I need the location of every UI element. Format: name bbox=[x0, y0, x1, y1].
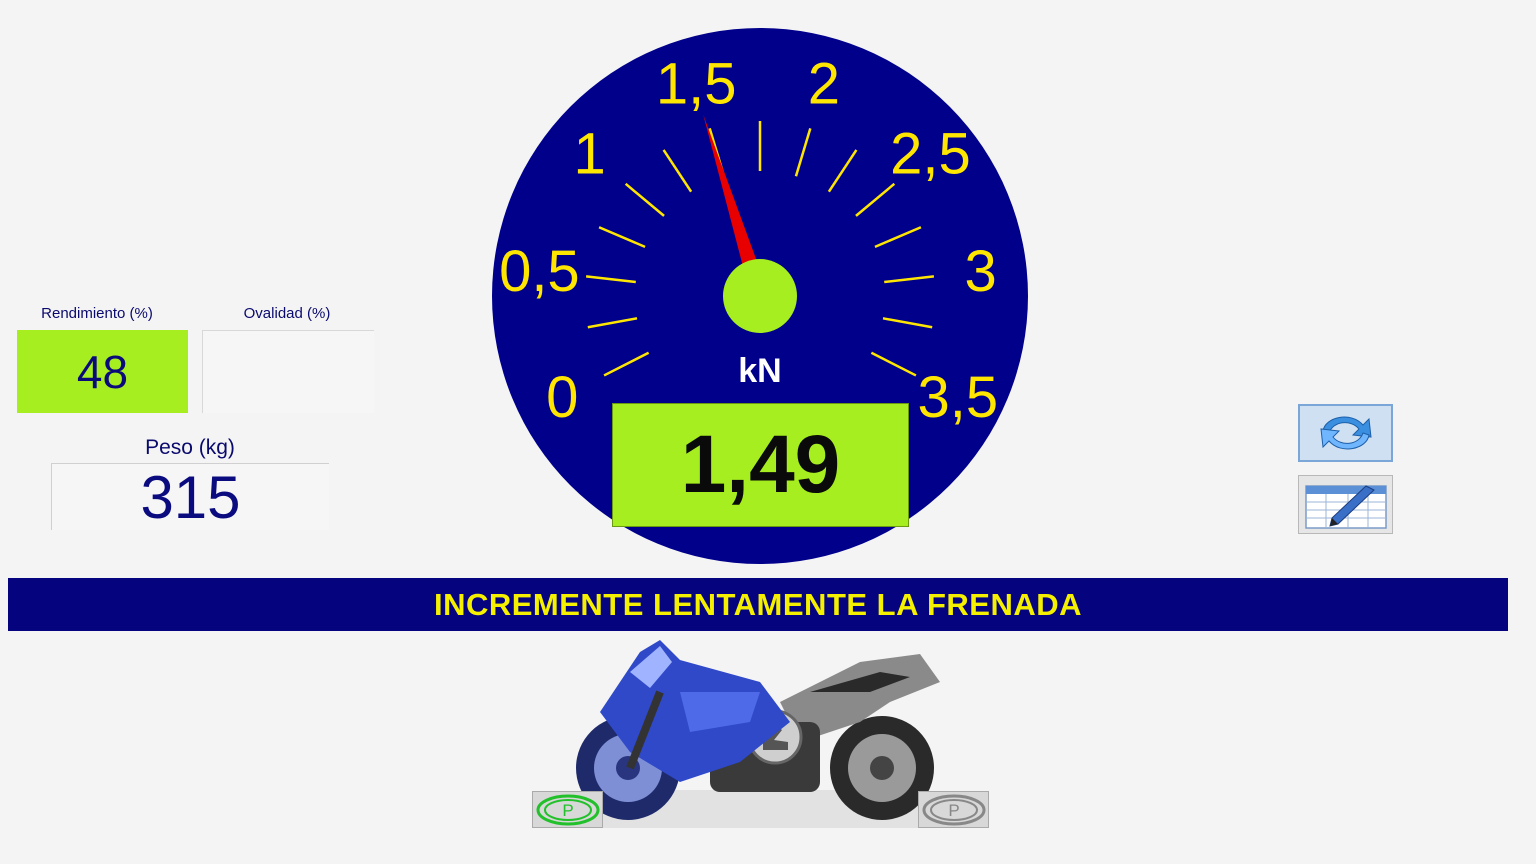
gauge-tick-label: 3 bbox=[964, 239, 996, 304]
spreadsheet-pen-icon bbox=[1304, 484, 1387, 529]
parking-icon: P bbox=[922, 794, 985, 825]
rendimiento-label: Rendimiento (%) bbox=[41, 305, 153, 322]
refresh-button[interactable] bbox=[1298, 404, 1393, 462]
refresh-icon bbox=[1319, 416, 1372, 450]
rendimiento-value: 48 bbox=[17, 330, 188, 413]
gauge-tick-label: 1 bbox=[573, 122, 605, 187]
gauge-tick-label: 1,5 bbox=[656, 51, 737, 116]
peso-value: 315 bbox=[51, 463, 329, 531]
gauge-reading: 1,49 bbox=[612, 403, 909, 527]
gauge-tick-label: 2,5 bbox=[890, 122, 971, 187]
motorcycle-image bbox=[576, 640, 940, 820]
parking-left-letter: P bbox=[562, 801, 573, 820]
edit-report-button[interactable] bbox=[1298, 475, 1393, 534]
ovalidad-label: Ovalidad (%) bbox=[243, 305, 331, 322]
gauge-hub bbox=[723, 259, 797, 333]
parking-icon: P bbox=[536, 794, 599, 825]
ovalidad-value bbox=[202, 330, 374, 413]
gauge-tick-label: 0 bbox=[546, 365, 578, 430]
peso-label: Peso (kg) bbox=[145, 436, 235, 459]
gauge-tick-label: 3,5 bbox=[917, 365, 998, 430]
parking-right-letter: P bbox=[948, 801, 959, 820]
instruction-banner: INCREMENTE LENTAMENTE LA FRENADA bbox=[8, 578, 1508, 631]
gauge-unit-label: kN bbox=[738, 352, 782, 390]
gauge-tick-label: 2 bbox=[808, 51, 840, 116]
parking-button-left[interactable]: P bbox=[532, 791, 603, 828]
gauge-tick-label: 0,5 bbox=[499, 239, 580, 304]
parking-button-right[interactable]: P bbox=[918, 791, 989, 828]
